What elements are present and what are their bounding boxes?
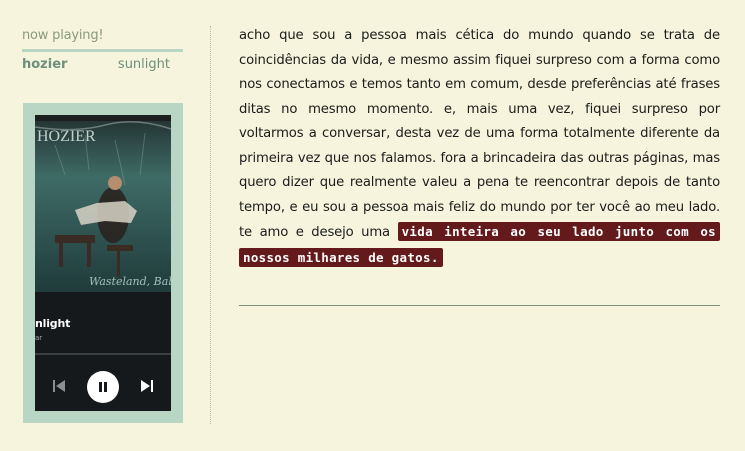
pause-button[interactable] bbox=[87, 371, 119, 403]
song-name: sunlight bbox=[117, 57, 170, 72]
player-frame: HOZIER Wasteland, Baby! nlight ar bbox=[23, 103, 183, 423]
previous-button[interactable] bbox=[51, 378, 67, 394]
now-playing-info: hozier sunlight bbox=[22, 57, 170, 72]
music-player: HOZIER Wasteland, Baby! nlight ar bbox=[35, 115, 171, 411]
now-playing-label: now playing! bbox=[22, 28, 104, 43]
message-paragraph: acho que sou a pessoa mais cética do mun… bbox=[239, 28, 720, 240]
pause-icon bbox=[99, 382, 107, 392]
column-divider bbox=[210, 26, 211, 424]
artist-name: hozier bbox=[22, 57, 68, 72]
message-text: acho que sou a pessoa mais cética do mun… bbox=[239, 24, 720, 271]
progress-bar[interactable] bbox=[35, 353, 171, 355]
next-icon bbox=[141, 380, 153, 392]
now-playing-rule bbox=[22, 49, 183, 52]
player-song-subtitle: ar bbox=[35, 334, 43, 342]
album-art: HOZIER Wasteland, Baby! bbox=[35, 115, 171, 292]
album-script-text: Wasteland, Baby! bbox=[89, 275, 171, 288]
player-song-title: nlight bbox=[35, 317, 71, 330]
horizontal-rule bbox=[239, 305, 720, 306]
now-playing-panel: now playing! hozier sunlight bbox=[22, 24, 184, 72]
album-title-text: HOZIER bbox=[37, 128, 96, 145]
previous-icon bbox=[53, 380, 65, 392]
next-button[interactable] bbox=[139, 378, 155, 394]
